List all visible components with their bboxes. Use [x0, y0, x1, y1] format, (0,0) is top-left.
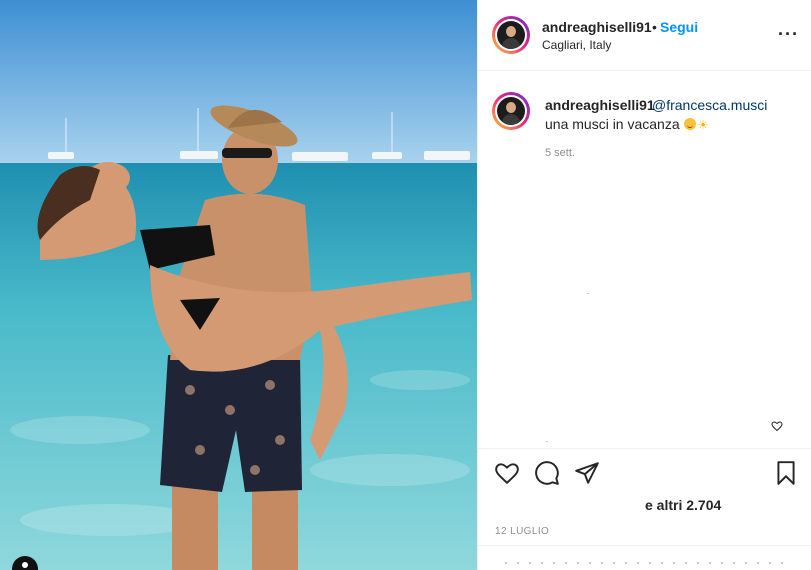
- separator-dot: •: [652, 19, 657, 35]
- add-comment-placeholder[interactable]: [500, 562, 790, 564]
- heart-icon[interactable]: [494, 460, 520, 486]
- divider: [587, 293, 589, 294]
- avatar[interactable]: [492, 92, 530, 130]
- more-horizontal-icon[interactable]: ···: [778, 24, 799, 45]
- author-username[interactable]: andreaghiselli91: [542, 19, 652, 35]
- avatar[interactable]: [492, 16, 530, 54]
- comment-like-heart-icon[interactable]: [771, 420, 783, 432]
- divider: [546, 441, 548, 442]
- share-icon[interactable]: [574, 460, 600, 486]
- post-date[interactable]: 12 LUGLIO: [495, 526, 549, 537]
- bookmark-icon[interactable]: [773, 460, 799, 486]
- follow-button[interactable]: Segui: [660, 19, 698, 35]
- post-side-panel: andreaghiselli91 • Segui Cagliari, Italy…: [477, 0, 811, 570]
- caption-words: una musci in vacanza: [545, 116, 680, 132]
- comment-username[interactable]: andreaghiselli91: [545, 97, 655, 113]
- smiling-face-emoji-icon: [683, 118, 696, 130]
- add-comment-divider: [478, 545, 811, 546]
- caption-text: una musci in vacanza ☀: [545, 116, 708, 132]
- comment-time[interactable]: 5 sett.: [545, 147, 575, 159]
- post-header: andreaghiselli91 • Segui Cagliari, Italy…: [478, 0, 811, 71]
- sun-emoji-icon: ☀: [697, 118, 709, 132]
- likes-count[interactable]: e altri 2.704: [645, 497, 721, 513]
- post-photo[interactable]: [0, 0, 477, 570]
- mention-link[interactable]: @francesca.musci: [652, 97, 767, 113]
- comment-icon[interactable]: [534, 460, 560, 486]
- actions-divider: [478, 448, 811, 450]
- location-link[interactable]: Cagliari, Italy: [542, 38, 611, 52]
